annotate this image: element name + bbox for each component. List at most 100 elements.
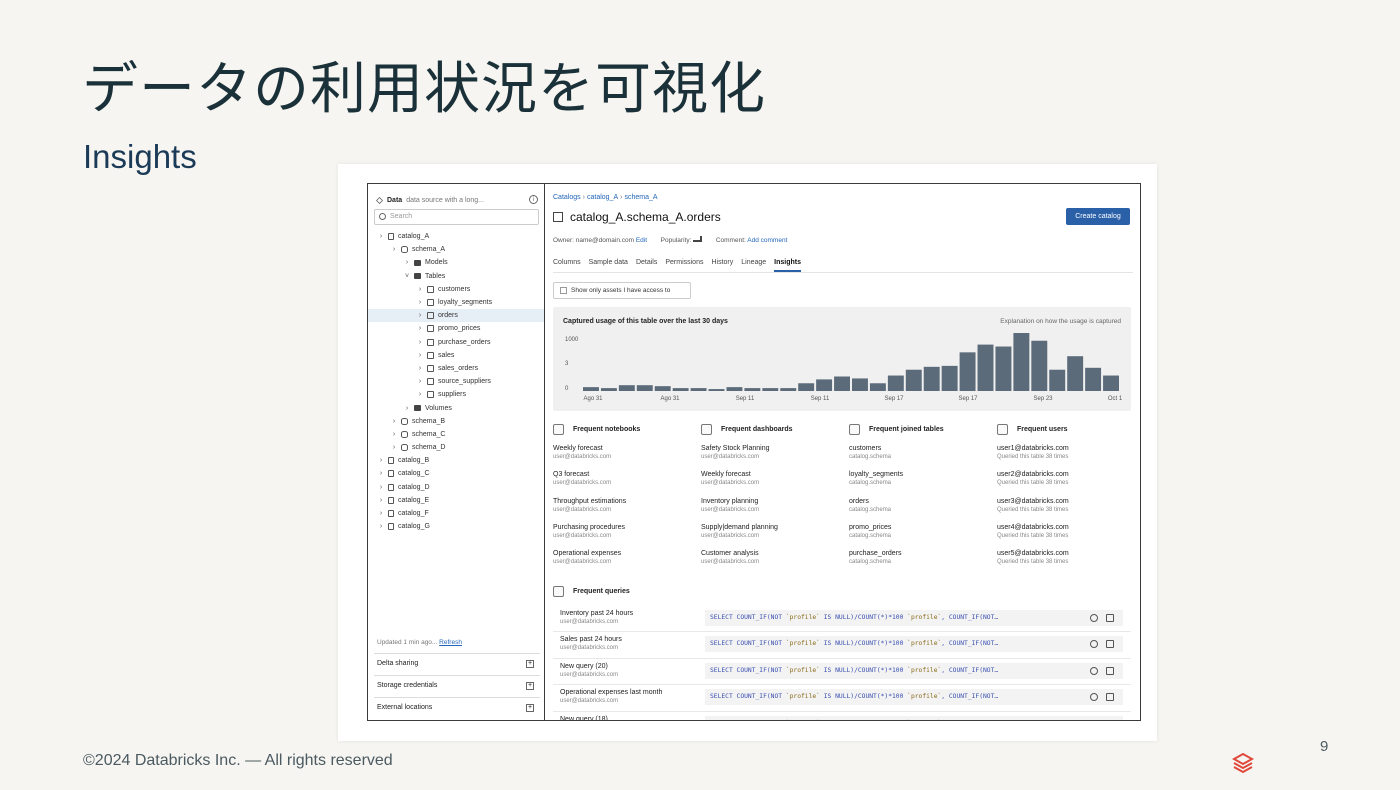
chevron-icon[interactable]: ›	[416, 378, 424, 385]
edit-owner-link[interactable]: Edit	[636, 237, 647, 244]
chart-bar[interactable]	[690, 388, 707, 391]
chart-bar[interactable]	[887, 375, 904, 391]
tree-item[interactable]: › purchase_orders	[368, 336, 544, 349]
list-item[interactable]: user1@databricks.com Queried this table 3…	[997, 445, 1137, 462]
tab-lineage[interactable]: Lineage	[741, 257, 766, 272]
chart-bar[interactable]	[1049, 369, 1066, 391]
query-row[interactable]: Operational expenses last month user@data…	[553, 685, 1131, 712]
list-item[interactable]: user4@databricks.com Queried this table 3…	[997, 524, 1137, 541]
chart-bar[interactable]	[834, 376, 850, 392]
list-item[interactable]: user5@databricks.com Queried this table 3…	[997, 550, 1137, 567]
chart-bar[interactable]	[744, 388, 761, 391]
chevron-icon[interactable]: ›	[416, 325, 424, 332]
tree-item[interactable]: › catalog_D	[368, 481, 544, 494]
tree-item[interactable]: › catalog_F	[368, 507, 544, 520]
tree-item[interactable]: › sales	[368, 349, 544, 362]
chevron-icon[interactable]: ›	[416, 391, 424, 398]
chevron-icon[interactable]: ›	[416, 286, 424, 293]
chart-bar[interactable]	[977, 344, 994, 391]
chevron-icon[interactable]: ›	[377, 484, 385, 491]
chart-bar[interactable]	[1031, 340, 1048, 391]
chevron-icon[interactable]: ›	[390, 418, 398, 425]
tree-item[interactable]: › catalog_B	[368, 454, 544, 467]
tree-item[interactable]: ˅ Tables	[368, 270, 544, 283]
list-item[interactable]: Weekly forecast user@databricks.com	[701, 471, 841, 488]
access-filter-checkbox[interactable]: Show only assets I have access to	[553, 282, 691, 299]
chevron-icon[interactable]: ›	[377, 470, 385, 477]
chevron-icon[interactable]: ›	[377, 510, 385, 517]
list-item[interactable]: orders catalog.schema	[849, 498, 989, 515]
expand-icon[interactable]: +	[526, 704, 534, 712]
tree-item[interactable]: › schema_A	[368, 243, 544, 256]
list-item[interactable]: user3@databricks.com Queried this table 3…	[997, 498, 1137, 515]
chart-bar[interactable]	[869, 383, 886, 391]
list-item[interactable]: Purchasing procedures user@databricks.com	[553, 524, 693, 541]
chevron-icon[interactable]: ›	[377, 457, 385, 464]
query-code[interactable]: SELECT COUNT_IF(NOT `profile` IS NULL)/C…	[705, 610, 1123, 626]
info-icon[interactable]: i	[529, 195, 538, 204]
list-item[interactable]: Weekly forecast user@databricks.com	[553, 445, 693, 462]
copy-icon[interactable]	[1106, 719, 1114, 720]
query-row[interactable]: Sales past 24 hours user@databricks.com SE…	[553, 632, 1131, 659]
tree-item[interactable]: › catalog_A	[368, 230, 544, 243]
tab-columns[interactable]: Columns	[553, 257, 581, 272]
chevron-icon[interactable]: ›	[416, 299, 424, 306]
tree-item[interactable]: › source_suppliers	[368, 375, 544, 388]
chart-bar[interactable]	[654, 386, 671, 391]
chart-bar[interactable]	[600, 388, 617, 391]
chart-bar[interactable]	[1067, 356, 1084, 391]
list-item[interactable]: user2@databricks.com Queried this table 3…	[997, 471, 1137, 488]
tree-item[interactable]: › schema_C	[368, 428, 544, 441]
external-locations-section[interactable]: External locations +	[374, 697, 540, 717]
chart-bar[interactable]	[852, 378, 868, 391]
tree-item[interactable]: › Models	[368, 256, 544, 269]
tree-item[interactable]: › customers	[368, 283, 544, 296]
tree-item[interactable]: › orders	[368, 309, 544, 323]
chart-bar[interactable]	[1085, 367, 1102, 391]
query-code[interactable]: SELECT COUNT_IF(NOT `profile` IS NULL)/C…	[705, 662, 1123, 679]
tree-item[interactable]: › schema_D	[368, 441, 544, 454]
breadcrumb-catalogs[interactable]: Catalogs	[553, 194, 581, 201]
chart-bar[interactable]	[905, 369, 922, 391]
chart-bar[interactable]	[636, 385, 653, 391]
chevron-icon[interactable]: ›	[390, 431, 398, 438]
query-row[interactable]: Inventory past 24 hours user@databricks.c…	[553, 606, 1131, 633]
list-item[interactable]: promo_prices catalog.schema	[849, 524, 989, 541]
query-code[interactable]: SELECT COUNT_IF(NOT `profile` IS NULL)/C…	[705, 689, 1123, 706]
chart-bar[interactable]	[1103, 375, 1119, 391]
expand-icon[interactable]: +	[526, 660, 534, 668]
chart-bar[interactable]	[995, 346, 1012, 391]
expand-icon[interactable]: +	[526, 682, 534, 690]
tree-item[interactable]: › catalog_E	[368, 494, 544, 507]
list-item[interactable]: purchase_orders catalog.schema	[849, 550, 989, 567]
list-item[interactable]: Q3 forecast user@databricks.com	[553, 471, 693, 488]
tab-insights[interactable]: Insights	[774, 257, 802, 272]
tab-sample-data[interactable]: Sample data	[589, 257, 628, 272]
list-item[interactable]: Customer analysis user@databricks.com	[701, 550, 841, 567]
list-item[interactable]: customers catalog.schema	[849, 445, 989, 462]
query-row[interactable]: New query (18)user@databricks.comSELECT …	[553, 712, 1131, 720]
list-item[interactable]: Operational expenses user@databricks.com	[553, 550, 693, 567]
zoom-icon[interactable]	[1090, 666, 1098, 675]
list-item[interactable]: Safety Stock Planning user@databricks.com	[701, 445, 841, 462]
chevron-icon[interactable]: ›	[416, 352, 424, 359]
chevron-icon[interactable]: ›	[416, 365, 424, 372]
breadcrumb-schema[interactable]: schema_A	[624, 194, 657, 201]
chart-bar[interactable]	[941, 365, 958, 391]
breadcrumb-catalog[interactable]: catalog_A	[587, 194, 618, 201]
chart-bar[interactable]	[1013, 333, 1030, 391]
tab-permissions[interactable]: Permissions	[665, 257, 703, 272]
chart-bar[interactable]	[708, 389, 725, 391]
sidebar-source[interactable]: data source with a long...	[406, 197, 484, 204]
zoom-icon[interactable]	[1090, 614, 1098, 622]
delta-sharing-section[interactable]: Delta sharing +	[374, 653, 540, 673]
chart-bar[interactable]	[762, 388, 779, 391]
create-catalog-button[interactable]: Create catalog	[1066, 208, 1130, 225]
tab-history[interactable]: History	[711, 257, 733, 272]
tree-item[interactable]: › schema_B	[368, 415, 544, 428]
list-item[interactable]: Supply|demand planning user@databricks.co…	[701, 524, 841, 541]
list-item[interactable]: Throughput estimations user@databricks.co…	[553, 498, 693, 515]
chevron-icon[interactable]: ˅	[403, 273, 411, 280]
chevron-icon[interactable]: ›	[377, 233, 385, 240]
chevron-icon[interactable]: ›	[403, 405, 411, 412]
